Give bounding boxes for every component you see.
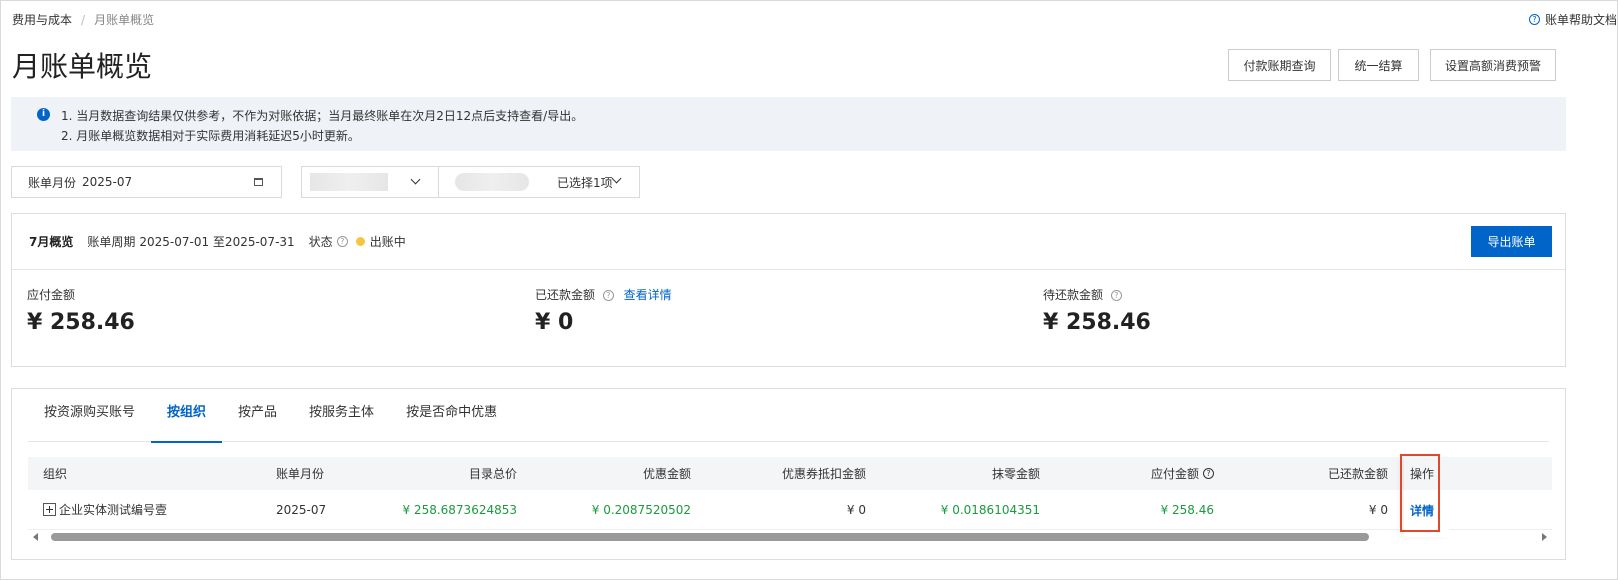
scroll-right-icon[interactable] <box>1542 533 1547 541</box>
payment-period-query-button[interactable]: 付款账期查询 <box>1228 49 1331 81</box>
selected-count-label: 已选择1项 <box>557 175 613 190</box>
bill-table: 组织 账单月份 目录总价 优惠金额 优惠券抵扣金额 抹零金额 应付金额 ? 已还… <box>28 457 1552 537</box>
chevron-down-icon <box>611 173 622 184</box>
outstanding-metric: 待还款金额 ? ¥ 258.46 <box>1043 286 1151 335</box>
account-select-value <box>310 173 388 191</box>
tab-by-service-entity[interactable]: 按服务主体 <box>293 389 390 442</box>
col-payable-label: 应付金额 <box>1150 467 1199 481</box>
bill-month-value: 2025-07 <box>82 175 133 189</box>
rounding-cell: ¥ 0.0186104351 <box>940 502 1040 517</box>
help-doc-label: 账单帮助文档 <box>1544 13 1617 27</box>
org-cell: 企业实体测试编号壹 <box>43 490 167 529</box>
payable-label: 应付金额 <box>27 288 76 302</box>
discount-cell: ¥ 0.2087520502 <box>591 502 691 517</box>
status-label: 状态 <box>308 235 333 249</box>
payable-value: ¥ 258.46 <box>27 310 135 335</box>
payable-metric: 应付金额 ¥ 258.46 <box>27 286 135 335</box>
question-circle-icon: ? <box>1528 14 1540 25</box>
horizontal-scrollbar[interactable] <box>28 530 1552 544</box>
bill-period-value: 2025-07-01 至2025-07-31 <box>139 235 295 249</box>
list-price-cell: ¥ 258.6873624853 <box>402 502 517 517</box>
col-payable: 应付金额 ? <box>1108 457 1214 490</box>
paid-cell: ¥ 0 <box>1368 502 1388 517</box>
page-title: 月账单概览 <box>12 50 153 83</box>
page: 费用与成本 / 月账单概览 ? 账单帮助文档 月账单概览 付款账期查询 统一结算… <box>0 0 1618 580</box>
breadcrumb-root[interactable]: 费用与成本 <box>12 11 72 28</box>
table-row: 企业实体测试编号壹 2025-07 ¥ 258.6873624853 ¥ 0.2… <box>28 490 1552 530</box>
account-select[interactable] <box>301 166 439 198</box>
help-doc-link[interactable]: ? 账单帮助文档 <box>1528 11 1617 28</box>
col-discount: 优惠金额 <box>642 467 691 481</box>
col-bill-month: 账单月份 <box>276 467 325 481</box>
payable-cell: ¥ 258.46 <box>1160 502 1214 517</box>
col-coupon: 优惠券抵扣金额 <box>781 467 866 481</box>
scroll-left-icon[interactable] <box>33 533 38 541</box>
info-icon: i <box>37 108 50 121</box>
notice-banner: i 1. 当月数据查询结果仅供参考，不作为对账依据；当月最终账单在次月2日12点… <box>11 97 1566 151</box>
paid-label-row: 已还款金额 ? 查看详情 <box>535 286 672 303</box>
scrollbar-thumb[interactable] <box>51 533 1369 541</box>
outstanding-label-row: 待还款金额 ? <box>1043 286 1151 303</box>
coupon-cell: ¥ 0 <box>846 502 866 517</box>
notice-line-2: 2. 月账单概览数据相对于实际费用消耗延迟5小时更新。 <box>61 129 360 143</box>
high-spend-alert-button[interactable]: 设置高额消费预警 <box>1430 49 1556 81</box>
bill-month-label: 账单月份 <box>28 175 77 190</box>
entity-multi-select[interactable]: 已选择1项 <box>438 166 640 198</box>
col-list-price: 目录总价 <box>468 467 517 481</box>
breadcrumb-current: 月账单概览 <box>94 13 155 27</box>
tab-by-product[interactable]: 按产品 <box>222 389 293 442</box>
paid-label: 已还款金额 <box>535 288 596 302</box>
dimension-tabs: 按资源购买账号 按组织 按产品 按服务主体 按是否命中优惠 <box>28 389 1549 443</box>
detail-card: 按资源购买账号 按组织 按产品 按服务主体 按是否命中优惠 组织 账单月份 目录… <box>11 388 1566 560</box>
outstanding-value: ¥ 258.46 <box>1043 310 1151 335</box>
calendar-icon <box>254 178 263 186</box>
unified-settlement-button[interactable]: 统一结算 <box>1338 49 1419 81</box>
table-header: 组织 账单月份 目录总价 优惠金额 优惠券抵扣金额 抹零金额 应付金额 ? 已还… <box>28 457 1552 490</box>
status-dot <box>355 237 365 246</box>
question-circle-icon[interactable]: ? <box>1110 290 1122 301</box>
col-rounding: 抹零金额 <box>991 467 1040 481</box>
breadcrumb-separator: / <box>81 12 86 27</box>
question-circle-icon[interactable]: ? <box>336 236 348 247</box>
chevron-down-icon <box>410 174 421 185</box>
org-name: 企业实体测试编号壹 <box>59 503 168 517</box>
entity-tag <box>455 173 529 191</box>
expand-icon[interactable] <box>43 503 56 516</box>
question-circle-icon[interactable]: ? <box>602 290 614 301</box>
tab-by-account[interactable]: 按资源购买账号 <box>28 389 151 442</box>
paid-value: ¥ 0 <box>535 310 574 335</box>
paid-detail-link[interactable]: 查看详情 <box>624 288 672 302</box>
month-cell: 2025-07 <box>276 502 327 517</box>
overview-title: 7月概览 <box>29 235 74 249</box>
question-circle-icon[interactable]: ? <box>1203 468 1214 479</box>
tab-by-discount-hit[interactable]: 按是否命中优惠 <box>390 389 513 442</box>
col-organization: 组织 <box>43 467 68 481</box>
bill-period-label: 账单周期 <box>87 235 136 249</box>
status-value: 出账中 <box>369 235 406 249</box>
bill-month-picker[interactable]: 账单月份 2025-07 <box>11 166 282 198</box>
export-bill-button[interactable]: 导出账单 <box>1471 226 1552 257</box>
outstanding-label: 待还款金额 <box>1043 288 1104 302</box>
overview-card: 7月概览 账单周期 2025-07-01 至2025-07-31 状态 ? 出账… <box>11 213 1566 367</box>
tab-by-organization[interactable]: 按组织 <box>151 389 223 443</box>
breadcrumb: 费用与成本 / 月账单概览 <box>12 11 154 28</box>
col-paid: 已还款金额 <box>1327 467 1388 481</box>
notice-line-1: 1. 当月数据查询结果仅供参考，不作为对账依据；当月最终账单在次月2日12点后支… <box>61 109 584 123</box>
highlight-box <box>1400 454 1440 532</box>
overview-header: 7月概览 账单周期 2025-07-01 至2025-07-31 状态 ? 出账… <box>12 214 1565 270</box>
paid-metric: 已还款金额 ? 查看详情 ¥ 0 <box>535 286 672 335</box>
